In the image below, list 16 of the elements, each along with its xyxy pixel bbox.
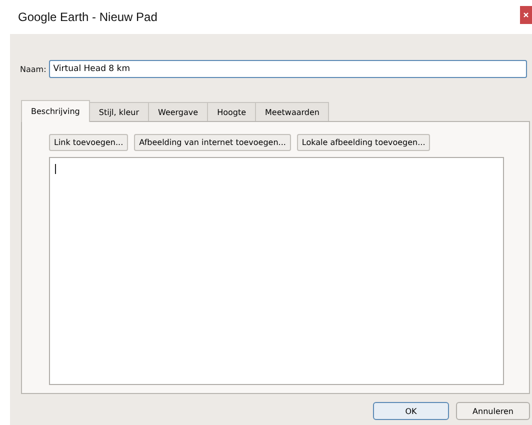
description-field[interactable]	[49, 157, 504, 385]
cancel-button[interactable]: Annuleren	[456, 402, 530, 420]
insert-button[interactable]: Afbeelding van internet toevoegen...	[134, 134, 291, 151]
tab[interactable]: Weergave	[148, 102, 208, 121]
tab[interactable]: Stijl, kleur	[88, 102, 149, 121]
close-icon	[523, 12, 529, 18]
tab[interactable]: Beschrijving	[21, 100, 90, 122]
insert-button[interactable]: Link toevoegen...	[49, 134, 128, 151]
close-button[interactable]	[520, 6, 532, 24]
tab[interactable]: Hoogte	[207, 102, 256, 121]
tab[interactable]: Meetwaarden	[255, 102, 330, 121]
window-title: Google Earth - Nieuw Pad	[18, 10, 158, 24]
insert-button[interactable]: Lokale afbeelding toevoegen...	[296, 134, 430, 151]
name-field[interactable]: Virtual Head 8 km	[49, 60, 527, 78]
ok-button[interactable]: OK	[373, 402, 449, 420]
name-label: Naam:	[20, 64, 46, 74]
